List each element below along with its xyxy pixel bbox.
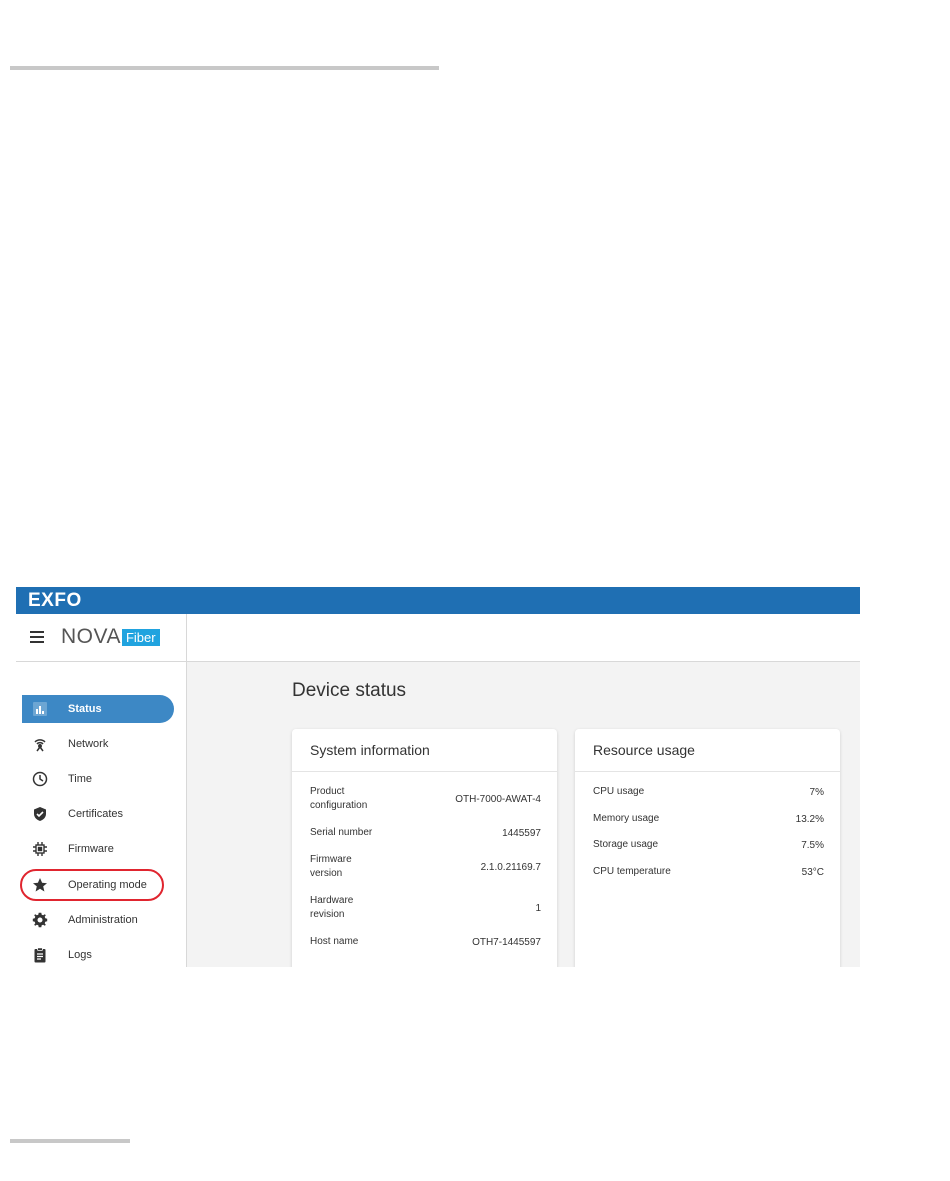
usage-row-memory: Memory usage 13.2% — [593, 812, 824, 826]
row-label: Serial number — [310, 827, 373, 838]
info-row-serial-number: Serial number 1445597 — [310, 826, 541, 840]
row-value: OTH-7000-AWAT-4 — [455, 793, 541, 805]
sidebar-item-label: Status — [68, 703, 102, 715]
usage-row-cpu-temperature: CPU temperature 53°C — [593, 865, 824, 879]
app-header: NOVA Fiber — [16, 614, 860, 662]
sidebar-item-certificates[interactable]: Certificates — [22, 800, 174, 828]
sidebar-item-label: Operating mode — [68, 879, 147, 891]
row-value: OTH7-1445597 — [472, 936, 541, 948]
top-rule — [10, 66, 439, 70]
row-label: CPU temperature — [593, 866, 671, 877]
row-value: 7% — [809, 786, 824, 798]
system-information-card: System information Product configuration… — [292, 729, 557, 967]
sidebar-item-status[interactable]: Status — [22, 695, 174, 723]
sidebar-item-network[interactable]: Network — [22, 730, 174, 758]
sidebar-item-time[interactable]: Time — [22, 765, 174, 793]
antenna-icon — [32, 736, 48, 752]
bar-chart-icon — [32, 701, 48, 717]
row-label: Host name — [310, 936, 359, 947]
nova-logo-text: NOVA — [61, 625, 121, 648]
exfo-logo: EXFO — [28, 590, 82, 611]
sidebar-item-label: Network — [68, 738, 109, 750]
main-content: Device status System information Product… — [187, 662, 860, 967]
sidebar-item-label: Certificates — [68, 808, 124, 820]
info-row-host-name: Host name OTH7-1445597 — [310, 935, 541, 949]
sidebar-item-administration[interactable]: Administration — [22, 906, 174, 934]
row-value: 2.1.0.21169.7 — [480, 861, 541, 873]
shield-check-icon — [32, 806, 48, 822]
usage-row-cpu: CPU usage 7% — [593, 785, 824, 799]
row-value: 13.2% — [795, 813, 824, 825]
row-label: Firmware version — [310, 854, 352, 879]
chip-icon — [32, 841, 48, 857]
row-label: CPU usage — [593, 786, 645, 797]
row-label: Hardware revision — [310, 895, 354, 920]
sidebar-item-label: Firmware — [68, 843, 114, 855]
sidebar-item-label: Administration — [68, 914, 138, 926]
clipboard-icon — [32, 947, 48, 963]
sidebar-item-logs[interactable]: Logs — [22, 941, 174, 967]
row-value: 1445597 — [502, 827, 541, 839]
clock-icon — [32, 771, 48, 787]
info-row-hardware-revision: Hardware revision 1 — [310, 894, 541, 922]
row-value: 53°C — [801, 866, 824, 878]
sidebar-item-operating-mode[interactable]: Operating mode — [20, 869, 174, 901]
row-value: 7.5% — [801, 839, 824, 851]
sidebar-item-label: Logs — [68, 949, 92, 961]
info-row-firmware-version: Firmware version 2.1.0.21169.7 — [310, 853, 541, 881]
bottom-rule — [10, 1139, 130, 1143]
card-title: Resource usage — [575, 729, 840, 772]
sidebar: Status Network Time Certificates Firmwar — [16, 662, 187, 967]
usage-row-storage: Storage usage 7.5% — [593, 838, 824, 852]
row-value: 1 — [535, 902, 541, 914]
star-icon — [32, 877, 48, 893]
row-label: Memory usage — [593, 813, 660, 824]
sidebar-item-firmware[interactable]: Firmware — [22, 835, 174, 863]
brand-bar: EXFO — [16, 587, 860, 614]
row-label: Storage usage — [593, 839, 659, 850]
gear-icon — [32, 912, 48, 928]
card-title: System information — [292, 729, 557, 772]
brand-block: NOVA Fiber — [16, 614, 187, 662]
fiber-badge: Fiber — [121, 628, 160, 646]
hamburger-menu-icon[interactable] — [30, 631, 44, 643]
row-label: Product configuration — [310, 786, 368, 811]
page-title: Device status — [292, 680, 407, 701]
app-screenshot: EXFO NOVA Fiber Status Network Time Cert… — [16, 587, 860, 967]
info-row-product-configuration: Product configuration OTH-7000-AWAT-4 — [310, 785, 541, 813]
sidebar-item-label: Time — [68, 773, 93, 785]
nova-fiber-logo: NOVA Fiber — [61, 625, 160, 648]
resource-usage-card: Resource usage CPU usage 7% Memory usage… — [575, 729, 840, 967]
